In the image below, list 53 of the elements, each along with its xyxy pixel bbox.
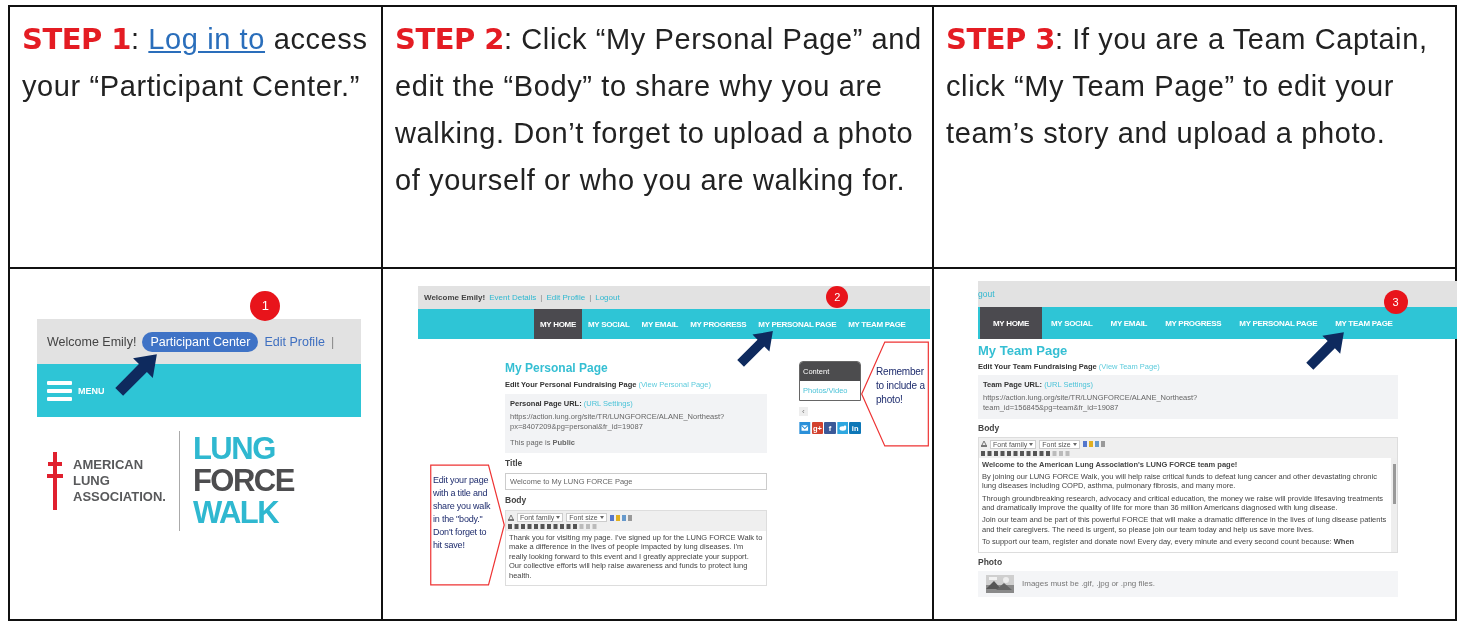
- step-instructions: STEP 1: Log in to access your “Participant Center.”: [22, 21, 369, 104]
- link-separator: |: [540, 293, 543, 302]
- toolbar-icons-drawing: [609, 514, 632, 521]
- nav-tab[interactable]: MY EMAIL: [635, 309, 685, 339]
- menu-icon: [47, 380, 72, 401]
- link-separator: |: [589, 293, 592, 302]
- cross-icon: [47, 452, 63, 510]
- nav-tab[interactable]: MY SOCIAL: [582, 309, 636, 339]
- nav-tab[interactable]: MY PROGRESS: [1156, 307, 1231, 339]
- step-instructions: STEP 2: Click “My Personal Page” and edit the “Body” to share why you are walking. Don’t forget to upload a photo of yourself or who you are walking for.: [395, 21, 922, 198]
- step-number-badge: 1: [250, 290, 281, 321]
- field-label: Body: [505, 495, 528, 505]
- callout-note: Edit your page with a title and share you walk in the "body." Don't forget to hit save!: [430, 463, 505, 586]
- nav-tab[interactable]: MY PERSONAL PAGE: [1230, 307, 1327, 339]
- caret-icon: [556, 516, 561, 519]
- format-icon: [981, 441, 987, 447]
- nav-tab[interactable]: MY TEAM PAGE: [842, 309, 912, 339]
- collapse-toggle[interactable]: ‹: [799, 407, 808, 416]
- nav-tab[interactable]: MY HOME: [980, 307, 1042, 339]
- association-logo-text: AMERICAN LUNG ASSOCIATION.: [73, 457, 166, 505]
- rich-text-editor[interactable]: [978, 436, 1398, 553]
- account-link[interactable]: Edit Profile: [264, 334, 325, 349]
- page-heading: My Personal Page: [505, 361, 609, 375]
- nav-tab[interactable]: MY SOCIAL: [1042, 307, 1102, 339]
- account-link[interactable]: gout: [978, 289, 995, 299]
- nav-tab[interactable]: MY PERSONAL PAGE: [752, 309, 843, 339]
- account-link[interactable]: Event Details: [489, 293, 537, 302]
- text-link[interactable]: Log in to: [148, 23, 265, 55]
- nav-tab[interactable]: MY PROGRESS: [684, 309, 753, 339]
- caret-icon: [1029, 442, 1034, 446]
- account-link[interactable]: Edit Profile: [546, 293, 586, 302]
- step-instructions: STEP 3: If you are a Team Captain, click “My Team Page” to edit your team’s story and upload a photo.: [946, 21, 1429, 151]
- scrollbar[interactable]: [1391, 457, 1397, 552]
- field-label: Title: [505, 458, 524, 468]
- callout-note: Remember to include a photo!: [861, 341, 929, 447]
- walk-logo-text: LUNG FORCE WALK: [192, 433, 294, 529]
- page-heading: My Team Page: [978, 343, 1069, 358]
- field-label: Photo: [978, 556, 1004, 567]
- caret-icon: [1072, 442, 1077, 446]
- nav-tab[interactable]: MY EMAIL: [1101, 307, 1157, 339]
- welcome-text: Welcome Emily!: [47, 334, 137, 349]
- account-link[interactable]: Logout: [595, 293, 620, 302]
- nav-tab[interactable]: MY HOME: [534, 309, 582, 339]
- rich-text-editor[interactable]: [505, 510, 767, 586]
- menu-label[interactable]: MENU: [78, 385, 105, 396]
- upload-hint: Images must be .gif, .jpg or .png files.: [1022, 579, 1155, 588]
- toolbar-icons-drawing: [1082, 441, 1105, 447]
- welcome-text: Welcome Emily!: [424, 293, 486, 302]
- caret-icon: [599, 516, 604, 519]
- format-icon: [508, 514, 514, 521]
- field-label: Body: [978, 422, 1001, 433]
- account-link[interactable]: Participant Center: [142, 331, 259, 352]
- link-separator: |: [330, 334, 335, 349]
